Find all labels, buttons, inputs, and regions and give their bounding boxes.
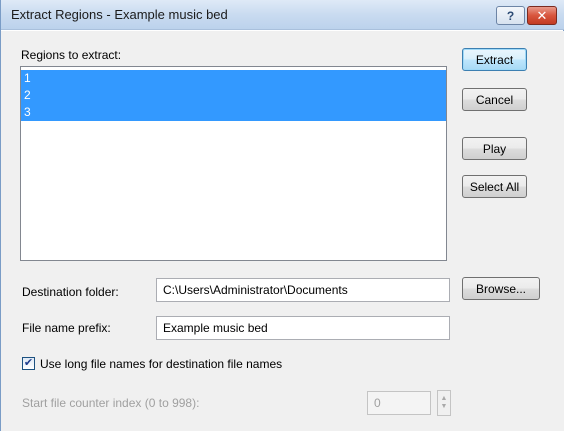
list-item[interactable]: 3 — [21, 104, 446, 121]
counter-label: Start file counter index (0 to 998): — [22, 396, 200, 410]
counter-spinner[interactable]: ▲ ▼ — [437, 390, 451, 416]
destination-folder-field[interactable]: C:\Users\Administrator\Documents — [156, 278, 450, 302]
spin-up-icon[interactable]: ▲ — [441, 395, 448, 403]
list-item[interactable]: 1 — [21, 70, 446, 87]
select-all-button[interactable]: Select All — [462, 175, 527, 198]
dialog-window: Extract Regions - Example music bed ? ✕ … — [0, 0, 564, 431]
destination-folder-label: Destination folder: — [22, 285, 119, 299]
regions-label: Regions to extract: — [21, 48, 122, 62]
cancel-button[interactable]: Cancel — [462, 88, 527, 111]
spin-down-icon[interactable]: ▼ — [441, 403, 448, 411]
checkmark-icon: ✔ — [23, 357, 34, 369]
long-names-label[interactable]: Use long file names for destination file… — [40, 357, 282, 371]
regions-listbox[interactable]: 1 2 3 — [20, 66, 447, 261]
list-item[interactable]: 2 — [21, 87, 446, 104]
title-bar[interactable]: Extract Regions - Example music bed ? ✕ — [1, 0, 564, 30]
file-name-prefix-field[interactable]: Example music bed — [156, 316, 450, 340]
long-names-checkbox[interactable]: ✔ — [22, 357, 35, 370]
extract-button[interactable]: Extract — [462, 48, 527, 71]
help-button[interactable]: ? — [496, 6, 525, 25]
play-button[interactable]: Play — [462, 137, 527, 160]
file-name-prefix-label: File name prefix: — [22, 321, 111, 335]
close-button[interactable]: ✕ — [527, 6, 557, 25]
counter-input[interactable]: 0 — [367, 391, 431, 415]
window-title: Extract Regions - Example music bed — [11, 7, 228, 22]
browse-button[interactable]: Browse... — [462, 277, 540, 300]
